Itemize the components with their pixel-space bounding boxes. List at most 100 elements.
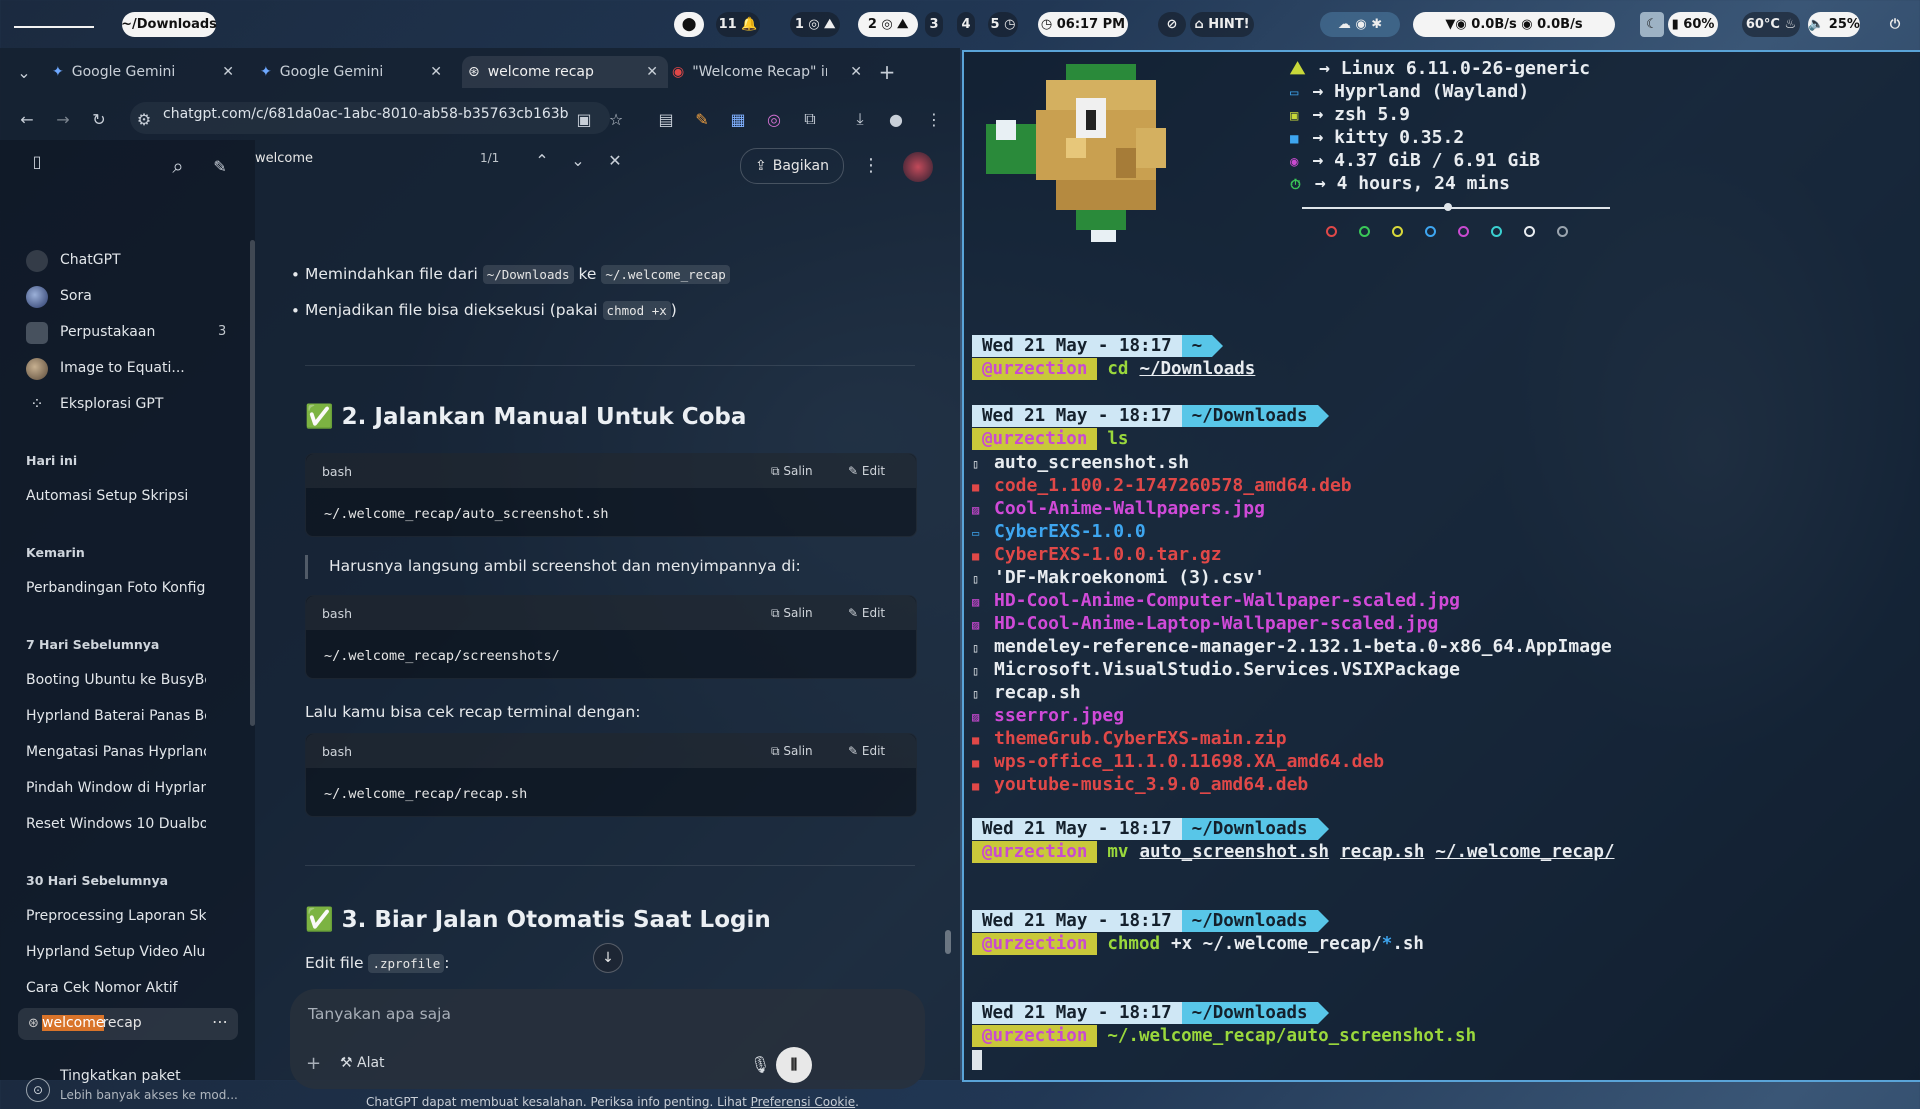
cookie-preferences-link[interactable]: Preferensi Cookie [751,1095,855,1109]
moon-icon[interactable]: ☾ [1640,12,1664,37]
edit-button[interactable]: ✎ Edit [848,464,885,478]
copy-button[interactable]: ⧉ Salin [771,744,813,759]
chat-item[interactable]: Automasi Setup Skripsi [26,488,188,504]
tools-button[interactable]: ⚒ Alat [340,1055,385,1071]
heading-autostart: ✅ 3. Biar Jalan Otomatis Saat Login [305,907,771,933]
file-name: youtube-music_3.9.0_amd64.deb [994,774,1309,795]
prompt-command-line: @urzection chmod +x ~/.welcome_recap/* .s… [972,933,1424,955]
workspace-4-label: 4 [961,17,971,32]
sidebar-item-image-to-equation[interactable]: Image to Equati... [60,360,185,376]
gemini-icon: ✦ [260,64,272,80]
tab-welcome-recap[interactable]: ⊛ welcome recap ✕ [462,56,668,88]
chat-item[interactable]: Booting Ubuntu ke BusyBo [26,672,206,688]
terminal-icon: ■ [1290,131,1299,147]
file-name: auto_screenshot.sh [994,452,1190,473]
terminal-window[interactable]: ⛰ → Linux 6.11.0-26-generic ▭ → Hyprland (… [962,50,1920,1082]
search-icon[interactable]: ⌕ [166,154,190,178]
chat-item[interactable]: Reset Windows 10 Dualboo [26,816,206,832]
sidebar-toggle-icon[interactable]: ▯ [26,150,48,172]
upgrade-plan-title[interactable]: Tingkatkan paket [60,1068,181,1084]
download-icon[interactable]: ⤓ [850,108,870,130]
chat-item[interactable]: Mengatasi Panas Hyprland [26,744,206,760]
bookmark-star-icon[interactable]: ☆ [606,108,626,130]
file-type-icon: ▨ [972,710,980,724]
ls-file-entry: ■ wps-office_11.1.0.11698.XA_amd64.deb [972,751,1384,772]
workspace-4[interactable]: 4 [957,12,975,37]
tab-search[interactable]: ◉ "Welcome Recap" in Ch ✕ [672,56,862,88]
color-extension-icon[interactable]: ◎ [764,108,784,130]
chat-item[interactable]: Perbandingan Foto Konfigu [26,580,206,596]
profile-icon[interactable]: ● [886,108,906,130]
fastfetch-logo-image [986,64,1166,242]
chat-scrollbar[interactable] [945,930,951,954]
copy-button[interactable]: ⧉ Salin [771,464,813,479]
forward-icon[interactable]: → [52,108,74,130]
hint-button[interactable]: ⌂ HINT! [1190,12,1254,37]
tab-list-chevron-icon[interactable]: ⌄ [12,62,36,82]
chat-item[interactable]: Preprocessing Laporan Skri [26,908,206,924]
notification-count[interactable]: 11 🔔 [716,12,760,37]
sora-icon [26,286,48,308]
back-icon[interactable]: ← [16,108,38,130]
file-type-icon: ■ [972,480,980,494]
upgrade-icon: ⊙ [26,1078,50,1102]
active-chat-item[interactable]: ⊛ welcome recap ⋯ [18,1008,238,1040]
prompt-user: @urzection [972,428,1098,450]
screenshot-extension-icon[interactable]: ▦ [728,108,748,130]
page-action-icon[interactable]: ▣ [574,108,594,130]
scroll-down-button[interactable]: ↓ [593,943,623,973]
puzzle-icon[interactable]: ⧉ [800,108,820,130]
code-block-1: bash ⧉ Salin ✎ Edit ~/.welcome_recap/aut… [305,453,917,537]
close-icon[interactable]: ✕ [430,64,442,80]
chat-item[interactable]: Hyprland Baterai Panas Bor [26,708,206,724]
voice-mode-button[interactable]: ⫼ [776,1047,812,1083]
new-chat-icon[interactable]: ✎ [208,154,232,178]
power-icon[interactable]: ⏻ [1882,12,1908,37]
file-type-icon: ▯ [972,572,980,586]
extension-icon[interactable]: ▤ [656,108,676,130]
launcher-icon[interactable]: ⬤ [674,12,704,37]
sidebar-item-chatgpt[interactable]: ChatGPT [60,252,121,268]
volume[interactable]: 🔈 25% [1808,12,1860,37]
chat-item[interactable]: Cara Cek Nomor Aktif [26,980,206,996]
microphone-icon[interactable]: 🎙 [750,1055,770,1074]
prompt-dir: ~/Downloads [1181,405,1318,427]
prompt-command-line: @urzection cd ~/Downloads [972,358,1255,380]
sidebar-item-sora[interactable]: Sora [60,288,92,304]
chat-options-icon[interactable]: ⋯ [212,1012,228,1031]
add-attachment-icon[interactable]: + [306,1053,321,1074]
close-icon[interactable]: ✕ [850,64,862,80]
new-tab-icon[interactable]: + [876,60,898,84]
close-icon[interactable]: ✕ [646,64,658,80]
tray-icons[interactable]: ☁ ◉ ✱ [1320,12,1400,37]
close-icon[interactable]: ✕ [222,64,234,80]
site-info-icon[interactable]: ⚙ [134,108,154,130]
sidebar-item-library[interactable]: Perpustakaan [60,324,155,340]
menu-dots-icon[interactable]: ⋮ [924,108,944,130]
composer-input[interactable]: Tanyakan apa saja [308,1005,451,1023]
tab-gemini-2[interactable]: ✦ Google Gemini ✕ [260,56,450,88]
tab-gemini-1[interactable]: ✦ Google Gemini ✕ [52,56,242,88]
sidebar-item-explore-gpt[interactable]: Eksplorasi GPT [60,396,163,412]
chat-item[interactable]: Pindah Window di Hyprland [26,780,206,796]
workspace-2[interactable]: 2 ◎ ⛰ [858,12,918,37]
ls-file-entry: ■ code_1.100.2-1747260578_amd64.deb [972,475,1352,496]
workspace-3[interactable]: 3 [925,12,943,37]
sidebar-scrollbar[interactable] [250,240,255,726]
reload-icon[interactable]: ↻ [88,108,110,130]
prompt-user: @urzection [972,1025,1098,1047]
edit-button[interactable]: ✎ Edit [848,744,885,758]
chat-item[interactable]: Hyprland Setup Video Alur [26,944,206,960]
code-text: ~/.welcome_recap/screenshots/ [324,648,560,664]
prompt-dir: ~/Downloads [1181,910,1318,932]
launcher-indicator[interactable] [14,26,94,28]
command-name: mv [1107,842,1129,862]
workspace-1[interactable]: 1 ◎ ⛰ [790,12,840,37]
edit-button[interactable]: ✎ Edit [848,606,885,620]
copy-button[interactable]: ⧉ Salin [771,606,813,621]
eye-off-icon[interactable]: ⊘ [1158,12,1186,37]
fetch-divider [1302,207,1610,209]
clock[interactable]: ◷ 06:17 PM [1038,12,1128,37]
workspace-5[interactable]: 5 ◷ [988,12,1018,37]
pencil-extension-icon[interactable]: ✎ [692,108,712,130]
